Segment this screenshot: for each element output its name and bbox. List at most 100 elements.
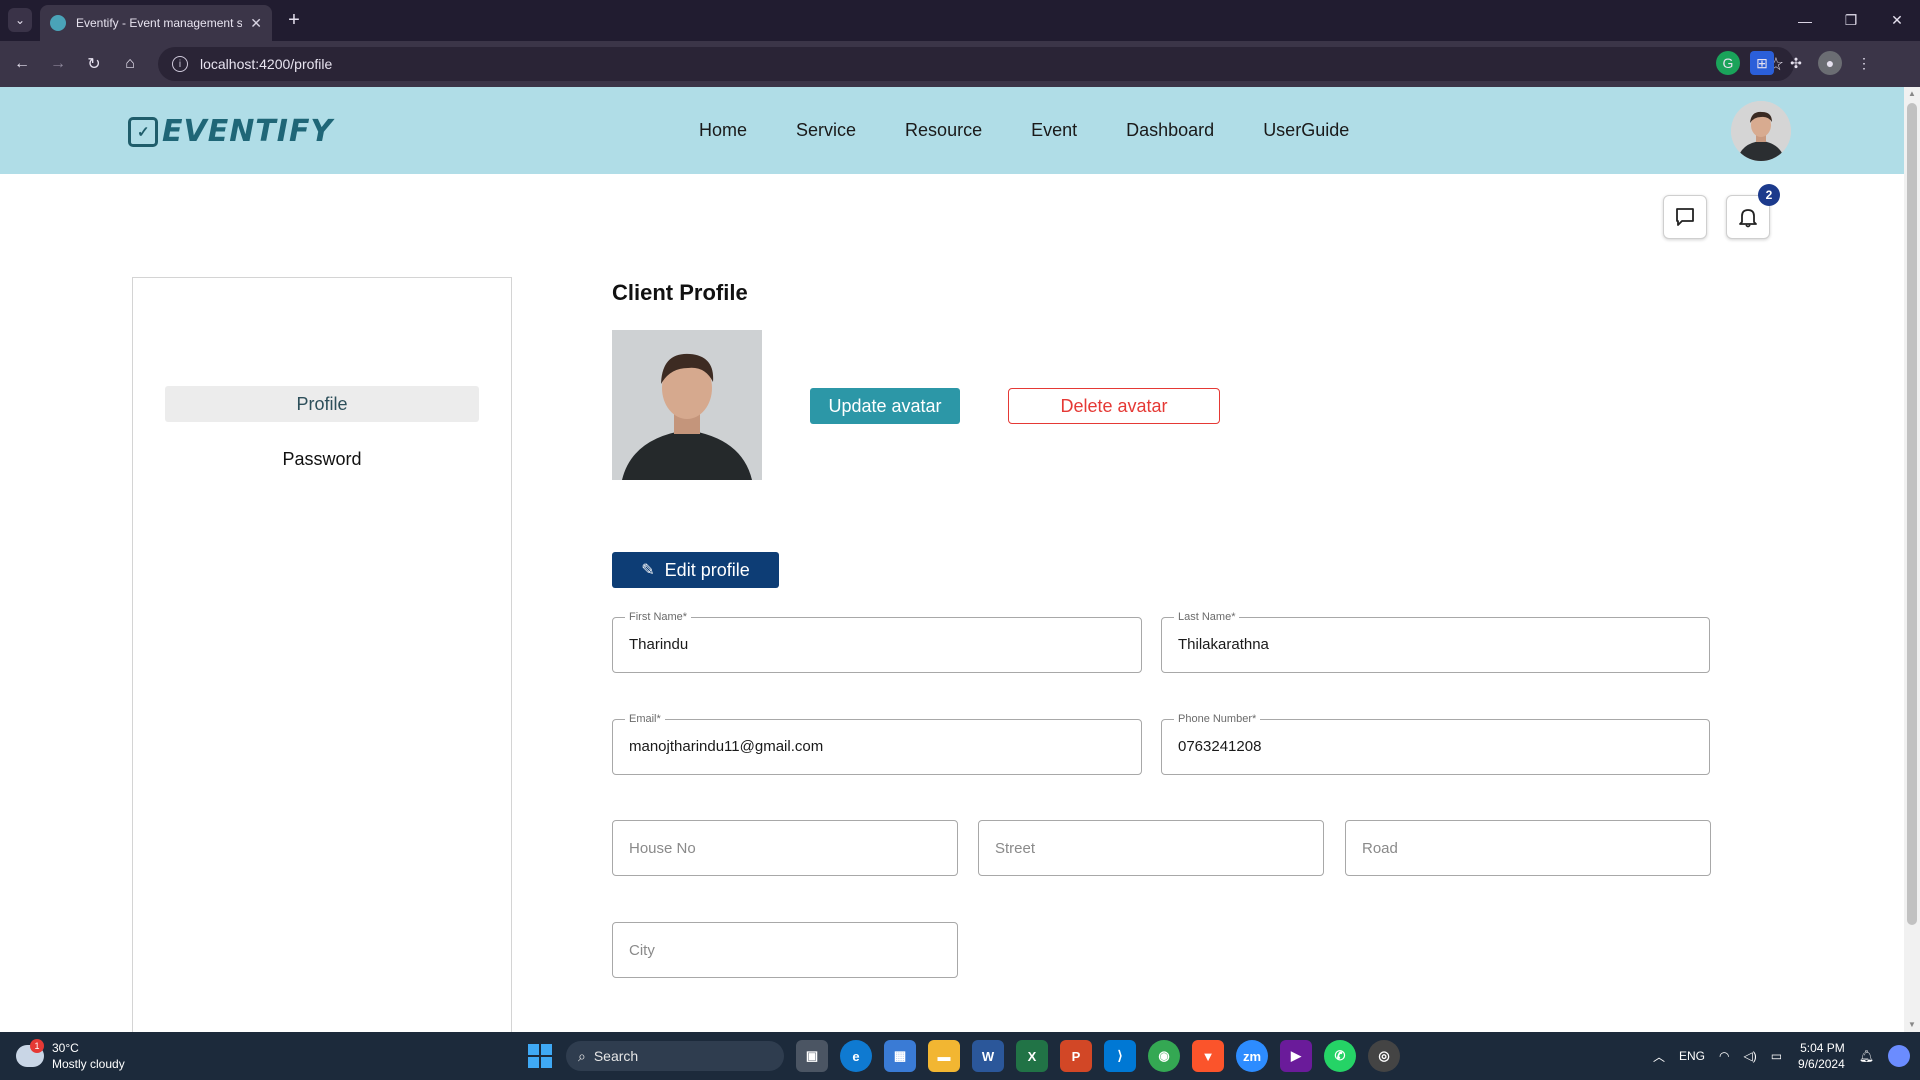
whatsapp-icon[interactable]: ✆: [1324, 1040, 1356, 1072]
sidebar-item-password[interactable]: Password: [165, 441, 479, 477]
clock-date: 9/6/2024: [1798, 1057, 1845, 1071]
pencil-icon: ✎: [641, 562, 655, 579]
minimize-icon[interactable]: —: [1782, 0, 1828, 41]
vscode-icon[interactable]: ⟩: [1104, 1040, 1136, 1072]
temperature: 30°C: [52, 1041, 79, 1055]
browser-tab[interactable]: Eventify - Event management sy ✕: [40, 5, 272, 41]
nav-service[interactable]: Service: [796, 120, 856, 141]
back-arrow-icon[interactable]: ←: [10, 52, 34, 76]
road-field[interactable]: Road: [1345, 820, 1711, 876]
system-tray: ︿ ENG ◠ ◁) ▭ 5:04 PM 9/6/2024 🔔︎: [1639, 1032, 1910, 1080]
weather-badge: 1: [30, 1039, 44, 1053]
clock[interactable]: 5:04 PM 9/6/2024: [1798, 1040, 1845, 1072]
file-explorer-icon[interactable]: ▬: [928, 1040, 960, 1072]
nav-dashboard[interactable]: Dashboard: [1126, 120, 1214, 141]
first-name-value: Tharindu: [629, 636, 689, 653]
sidebar-item-profile[interactable]: Profile: [165, 386, 479, 422]
powerpoint-icon[interactable]: P: [1060, 1040, 1092, 1072]
taskbar-apps: ▣ e ▦ ▬ W X P ⟩ ◉ ▼ zm ▶ ✆ ◎: [796, 1040, 1412, 1072]
page-content: EVENTIFY Home Service Resource Event Das…: [0, 87, 1904, 1032]
profile-sidebar: Profile Password: [132, 277, 512, 1032]
volume-icon[interactable]: ◁): [1743, 1049, 1756, 1063]
excel-icon[interactable]: X: [1016, 1040, 1048, 1072]
profile-avatar-image: [612, 330, 762, 480]
grammarly-icon[interactable]: G: [1716, 51, 1740, 75]
edit-profile-button[interactable]: ✎ Edit profile: [612, 552, 779, 588]
nav-event[interactable]: Event: [1031, 120, 1077, 141]
cloud-icon: 1: [16, 1039, 44, 1067]
email-field[interactable]: Email* manojtharindu11@gmail.com: [612, 713, 1142, 775]
nav-home[interactable]: Home: [699, 120, 747, 141]
first-name-field[interactable]: First Name* Tharindu: [612, 611, 1142, 673]
page-title: Client Profile: [612, 280, 748, 305]
site-info-icon[interactable]: i: [172, 56, 188, 72]
restore-icon[interactable]: ❐: [1828, 0, 1874, 41]
avatar-portrait: [1731, 101, 1791, 161]
logo-text: EVENTIFY: [162, 114, 334, 149]
forward-arrow-icon[interactable]: →: [46, 52, 70, 76]
user-avatar[interactable]: [1731, 101, 1791, 161]
bell-icon: [1739, 209, 1757, 228]
notification-badge: 2: [1758, 184, 1780, 206]
street-field[interactable]: Street: [978, 820, 1324, 876]
profile-photo: [612, 330, 762, 480]
profile-icon[interactable]: ●: [1818, 51, 1842, 75]
windows-start-icon[interactable]: [528, 1044, 552, 1068]
edge-icon[interactable]: e: [840, 1040, 872, 1072]
browser-toolbar: ← → ↻ ⌂ i localhost:4200/profile ☆ G ⊞ ✣…: [0, 41, 1920, 87]
city-field[interactable]: City: [612, 922, 958, 978]
home-icon[interactable]: ⌂: [118, 52, 142, 76]
page-scrollbar[interactable]: ▲ ▼: [1904, 87, 1920, 1032]
puzzle-icon[interactable]: ✣: [1784, 51, 1808, 75]
scroll-up-icon[interactable]: ▲: [1907, 89, 1917, 99]
task-view-icon[interactable]: ▣: [796, 1040, 828, 1072]
weather-widget[interactable]: 1 30°C Mostly cloudy: [16, 1039, 125, 1072]
phone-field[interactable]: Phone Number* 0763241208: [1161, 713, 1710, 775]
delete-avatar-button[interactable]: Delete avatar: [1008, 388, 1220, 424]
extension-icon[interactable]: ⊞: [1750, 51, 1774, 75]
store-icon[interactable]: ▦: [884, 1040, 916, 1072]
language-indicator[interactable]: ENG: [1679, 1049, 1705, 1063]
city-placeholder: City: [629, 942, 655, 959]
calendar-check-icon: [128, 116, 158, 147]
edit-profile-label: Edit profile: [664, 559, 750, 580]
brave-icon[interactable]: ▼: [1192, 1040, 1224, 1072]
scroll-thumb[interactable]: [1907, 103, 1917, 925]
wifi-icon[interactable]: ◠: [1719, 1049, 1729, 1063]
house-no-field[interactable]: House No: [612, 820, 958, 876]
nav-userguide[interactable]: UserGuide: [1263, 120, 1349, 141]
eventify-logo[interactable]: EVENTIFY: [128, 114, 333, 149]
nav-resource[interactable]: Resource: [905, 120, 982, 141]
media-app-icon[interactable]: ▶: [1280, 1040, 1312, 1072]
menu-kebab-icon[interactable]: ⋮: [1852, 51, 1876, 75]
chat-button[interactable]: [1663, 195, 1707, 239]
chevron-up-icon[interactable]: ︿: [1653, 1048, 1665, 1065]
search-icon: ⌕: [578, 1047, 586, 1064]
tab-title: Eventify - Event management sy: [76, 16, 243, 30]
email-label: Email*: [625, 713, 665, 725]
chrome-icon[interactable]: ◉: [1148, 1040, 1180, 1072]
road-placeholder: Road: [1362, 840, 1398, 857]
close-tab-icon[interactable]: ✕: [250, 15, 262, 32]
extensions-area: G ⊞ ✣ ● ⋮: [1716, 51, 1876, 75]
zoom-icon[interactable]: zm: [1236, 1040, 1268, 1072]
reload-icon[interactable]: ↻: [82, 52, 106, 76]
address-bar[interactable]: i localhost:4200/profile ☆: [158, 47, 1794, 81]
close-window-icon[interactable]: ✕: [1874, 0, 1920, 41]
update-avatar-button[interactable]: Update avatar: [810, 388, 960, 424]
obs-icon[interactable]: ◎: [1368, 1040, 1400, 1072]
clock-time: 5:04 PM: [1800, 1041, 1845, 1055]
site-header: EVENTIFY Home Service Resource Event Das…: [0, 87, 1904, 174]
copilot-icon[interactable]: [1888, 1045, 1910, 1067]
word-icon[interactable]: W: [972, 1040, 1004, 1072]
last-name-label: Last Name*: [1174, 611, 1240, 623]
last-name-field[interactable]: Last Name* Thilakarathna: [1161, 611, 1710, 673]
first-name-label: First Name*: [625, 611, 692, 623]
scroll-down-icon[interactable]: ▼: [1907, 1020, 1917, 1030]
taskbar-search[interactable]: ⌕ Search: [566, 1041, 784, 1071]
phone-value: 0763241208: [1178, 738, 1262, 755]
new-tab-button[interactable]: +: [282, 8, 306, 32]
notification-bell-icon[interactable]: 🔔︎: [1859, 1049, 1874, 1063]
battery-icon[interactable]: ▭: [1771, 1049, 1782, 1063]
tab-search-button[interactable]: ⌄: [8, 8, 32, 32]
